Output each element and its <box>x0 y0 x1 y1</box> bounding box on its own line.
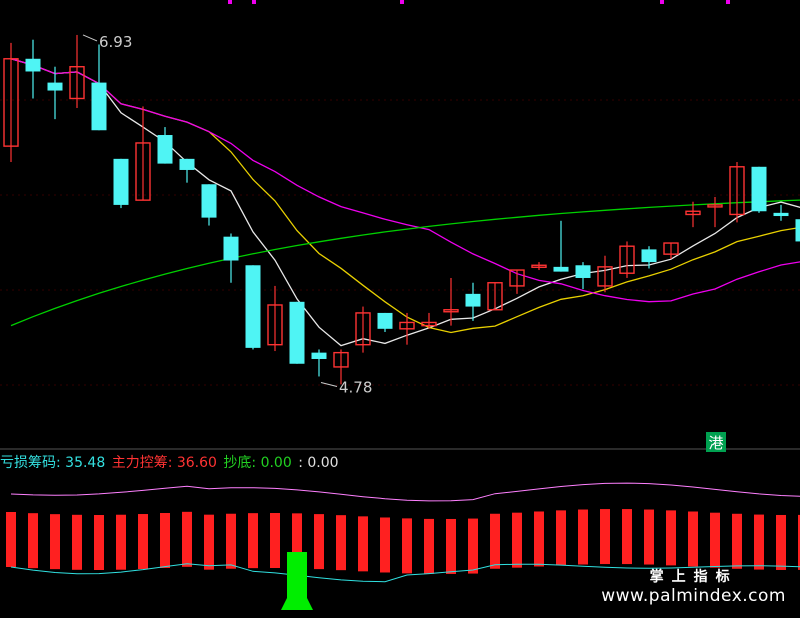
hk-badge-label: 港 <box>708 434 723 452</box>
candle-body-34 <box>751 166 767 212</box>
indicator-bar-31 <box>688 511 698 567</box>
indicator-bar-5 <box>116 514 126 570</box>
indicator-bar-29 <box>644 509 654 565</box>
indicator-bar-20 <box>446 518 456 574</box>
indicator-bar-12 <box>270 513 280 569</box>
indicator-bar-11 <box>248 513 258 569</box>
indicator-bar-23 <box>512 512 522 568</box>
indicator-legend: 亏损筹码: 35.48 主力控筹: 36.60 抄底: 0.00 : 0.00 <box>0 452 800 474</box>
watermark-cn: 掌上指标 <box>649 569 738 585</box>
top-marker-1 <box>252 0 256 4</box>
indicator-bar-34 <box>754 514 764 570</box>
indicator-bar-10 <box>226 513 236 569</box>
candle-body-8 <box>179 158 195 170</box>
indicator-bar-2 <box>50 514 60 570</box>
candle-body-5 <box>113 158 129 205</box>
watermark: 掌上指标 www.palmindex.com <box>601 566 786 606</box>
candle-body-35 <box>773 212 789 217</box>
indicator-bar-1 <box>28 513 38 569</box>
ma5-line <box>10 58 800 347</box>
indicator-bar-18 <box>402 518 412 574</box>
candle-body-13 <box>289 301 305 364</box>
indicator-bar-9 <box>204 514 214 570</box>
watermark-url: www.palmindex.com <box>601 586 786 606</box>
indicator-bar-24 <box>534 511 544 567</box>
indicator-bar-0 <box>6 512 16 567</box>
indicator-bar-26 <box>578 509 588 565</box>
min-marker-arrow <box>320 381 338 387</box>
indicator-bar-7 <box>160 513 170 569</box>
indicator-line-top <box>10 482 800 502</box>
extra-value-label: : 0.00 <box>298 455 339 471</box>
candle-body-9 <box>201 184 217 218</box>
loss-chips-label: 亏损筹码: 35.48 <box>0 455 106 471</box>
indicator-bar-14 <box>314 514 324 570</box>
candle-body-25 <box>553 266 569 272</box>
indicator-bar-16 <box>358 516 368 572</box>
candle-body-1 <box>25 58 41 72</box>
candle-body-11 <box>245 265 261 348</box>
candle-body-10 <box>223 236 239 261</box>
indicator-bar-17 <box>380 517 390 573</box>
candle-body-29 <box>641 249 657 263</box>
top-marker-0 <box>228 0 232 4</box>
indicator-bar-22 <box>490 513 500 569</box>
candle-body-2 <box>47 82 63 91</box>
ma10-line <box>10 58 800 334</box>
max-price-label: 6.93 <box>99 33 132 51</box>
stock-chart: 6.93 4.78 港 <box>0 0 800 610</box>
indicator-bar-21 <box>468 518 478 574</box>
bottom-fishing-base <box>281 598 313 610</box>
indicator-bar-35 <box>776 514 786 570</box>
min-price-label: 4.78 <box>339 378 372 396</box>
ma60-line <box>10 199 800 327</box>
candle-body-36 <box>795 219 800 242</box>
indicator-bar-6 <box>138 514 148 570</box>
candle-body-21 <box>465 293 481 307</box>
indicator-bar-4 <box>94 514 104 570</box>
candle-body-26 <box>575 265 591 278</box>
top-marker-4 <box>726 0 730 4</box>
candle-body-14 <box>311 352 327 359</box>
indicator-bar-28 <box>622 509 632 565</box>
top-marker-3 <box>660 0 664 4</box>
top-marker-2 <box>400 0 404 4</box>
indicator-bar-33 <box>732 513 742 569</box>
indicator-bar-19 <box>424 518 434 574</box>
indicator-bar-27 <box>600 509 610 565</box>
main-control-label: 主力控筹: 36.60 <box>111 455 217 471</box>
candle-body-4 <box>91 82 107 131</box>
indicator-bar-3 <box>72 514 82 570</box>
indicator-bar-8 <box>182 511 192 567</box>
candle-body-17 <box>377 312 393 329</box>
indicator-bar-30 <box>666 510 676 566</box>
indicator-bar-15 <box>336 515 346 571</box>
bottom-fishing-label: 抄底: 0.00 <box>223 455 292 471</box>
indicator-bar-32 <box>710 512 720 568</box>
candle-body-7 <box>157 135 173 164</box>
indicator-bar-25 <box>556 510 566 566</box>
max-marker-arrow <box>82 34 98 42</box>
